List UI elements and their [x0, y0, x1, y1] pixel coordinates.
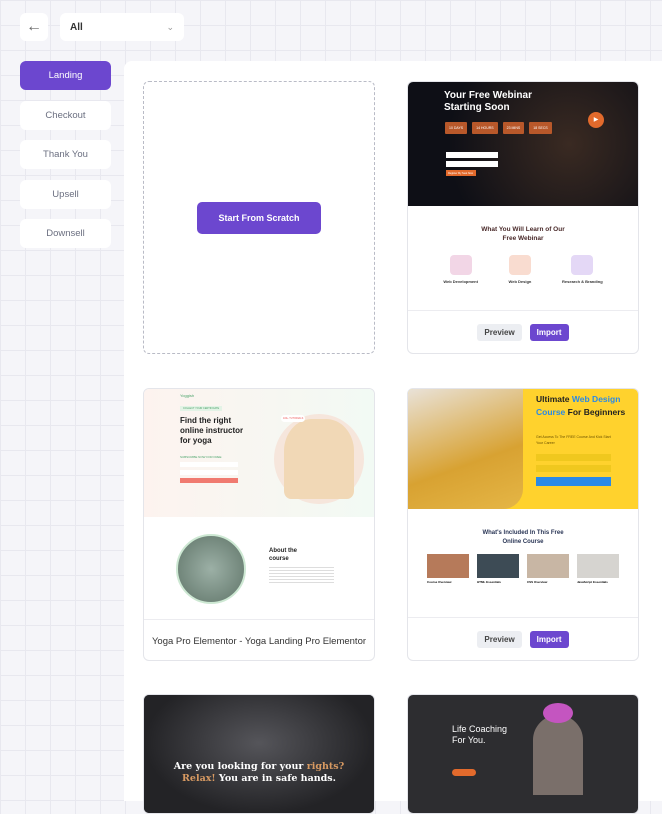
countdown: 10 DAYS 14 HOURS 23 MINS 18 SECS	[445, 122, 552, 134]
hero-subtitle: Get Access To The FREE Course And Kick S…	[536, 435, 611, 445]
signup-cta	[536, 477, 611, 486]
person-photo	[533, 715, 583, 795]
preview-button[interactable]: Preview	[477, 323, 522, 341]
lesson-title: JavaScript Essentials	[577, 580, 608, 584]
lesson-title: Course Overview	[427, 580, 452, 584]
template-card-life-coaching[interactable]: Life Coaching For You.	[407, 694, 639, 814]
arrow-left-icon: ←	[26, 18, 42, 35]
hero-title: Your Free Webinar Starting Soon	[444, 90, 532, 113]
template-thumbnail: Your Free Webinar Starting Soon 10 DAYS 1…	[408, 82, 638, 206]
subscribe-cta	[180, 478, 238, 483]
start-from-scratch-card: Start From Scratch	[143, 81, 375, 354]
tutorials-stat-badge: 100+ TUTORIALS	[281, 415, 306, 422]
web-development-icon	[449, 255, 472, 275]
countdown-days: 10 DAYS	[445, 122, 468, 134]
section-title: What's Included In This Free Online Cour…	[482, 530, 564, 545]
template-card-yoga[interactable]: Yoggish COLLECT YOUR CERTIFICATE Find th…	[143, 388, 375, 661]
email-field-preview	[180, 470, 238, 475]
sidebar-item-landing[interactable]: Landing	[20, 61, 111, 90]
brand-logo: Yoggish	[180, 393, 195, 398]
about-text-lines	[269, 567, 334, 583]
web-design-icon	[508, 255, 531, 275]
category-filter-select[interactable]: All ⌄	[60, 13, 184, 41]
about-heading: About the course	[269, 548, 297, 562]
feature-label: Web Development	[443, 279, 478, 284]
start-from-scratch-button[interactable]: Start From Scratch	[197, 201, 321, 234]
lesson-thumbnail	[477, 554, 519, 578]
import-button[interactable]: Import	[529, 323, 569, 341]
email-field-preview	[446, 161, 498, 167]
lesson-title: HTML Essentials	[477, 580, 501, 584]
register-cta: Register My Seat Now	[446, 170, 476, 176]
sidebar-item-downsell[interactable]: Downsell	[20, 219, 111, 248]
template-card-law-firm[interactable]: Are you looking for your rights? Relax! …	[143, 694, 375, 814]
research-branding-icon	[571, 255, 594, 275]
preview-button[interactable]: Preview	[477, 630, 522, 648]
hero-title: Find the right online instructor for yog…	[180, 416, 244, 445]
template-title: Yoga Pro Elementor - Yoga Landing Pro El…	[144, 619, 374, 660]
class-photo	[176, 534, 246, 604]
name-field-preview	[536, 454, 611, 461]
hero-title: Ultimate Web Design Course For Beginners	[536, 394, 626, 417]
template-thumbnail: Yoggish COLLECT YOUR CERTIFICATE Find th…	[144, 389, 374, 517]
team-photo	[144, 695, 374, 813]
template-card-webinar[interactable]: Your Free Webinar Starting Soon 10 DAYS 1…	[407, 81, 639, 354]
import-button[interactable]: Import	[529, 630, 569, 648]
lesson-thumbnail	[527, 554, 569, 578]
hero-title: Life Coaching For You.	[452, 724, 508, 745]
subscribe-label: SUBSCRIBE NOW FOR FREE	[180, 455, 222, 459]
lesson-title: CSS Overview	[527, 580, 548, 584]
feature-label: Research & Branding	[562, 279, 603, 284]
lesson-thumbnail	[427, 554, 469, 578]
student-photo	[408, 389, 523, 509]
certificate-badge: COLLECT YOUR CERTIFICATE	[180, 406, 223, 411]
back-button[interactable]: ←	[20, 13, 48, 41]
lesson-thumbnail	[577, 554, 619, 578]
card-footer: Preview Import	[408, 617, 638, 660]
section-title: What You Will Learn of Our Free Webinar	[481, 226, 565, 242]
name-field-preview	[180, 462, 238, 467]
sidebar-item-thank-you[interactable]: Thank You	[20, 140, 111, 169]
template-thumbnail: Ultimate Web Design Course For Beginners…	[408, 389, 638, 509]
play-icon: ▶	[588, 112, 604, 128]
sidebar-item-upsell[interactable]: Upsell	[20, 180, 111, 209]
sidebar-item-checkout[interactable]: Checkout	[20, 101, 111, 130]
name-field-preview	[446, 152, 498, 158]
hero-title: Are you looking for your rights? Relax! …	[173, 761, 345, 784]
countdown-secs: 18 SECS	[529, 122, 552, 134]
yoga-pose-image	[284, 419, 354, 499]
template-card-web-design-course[interactable]: Ultimate Web Design Course For Beginners…	[407, 388, 639, 661]
chevron-down-icon: ⌄	[166, 21, 174, 32]
countdown-hours: 14 HOURS	[472, 122, 498, 134]
email-field-preview	[536, 465, 611, 472]
cta-button-preview	[452, 769, 476, 776]
card-footer: Preview Import	[408, 310, 638, 353]
feature-label: Web Design	[508, 279, 532, 284]
countdown-mins: 23 MINS	[502, 122, 525, 134]
feather-mask	[543, 703, 573, 723]
